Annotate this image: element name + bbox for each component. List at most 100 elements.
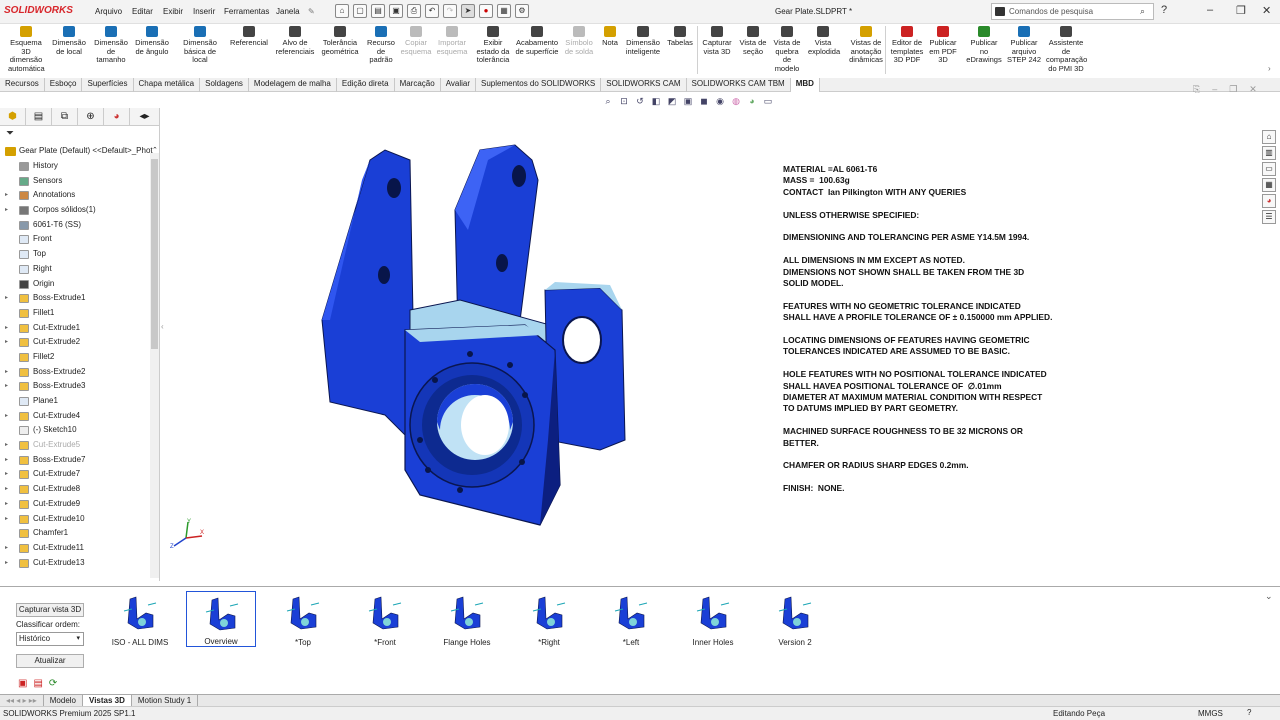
ribbon-vista-de-se-o-button[interactable]: Vista de seção (738, 26, 768, 56)
tab-suplementos-do-solidworks[interactable]: Suplementos do SOLIDWORKS (476, 78, 602, 92)
bottom-tab-vistas-3d[interactable]: Vistas 3D (83, 695, 132, 706)
panel-more-icon[interactable]: ◂▸ (130, 108, 160, 126)
ribbon-more-icon[interactable]: › (1268, 64, 1271, 73)
view-thumb-inner-holes[interactable]: Inner Holes (678, 591, 748, 647)
expand-icon[interactable]: ▸ (5, 541, 8, 555)
minimize-icon[interactable]: – (1207, 4, 1213, 16)
edit-appearance-icon[interactable]: ◍ (730, 96, 742, 107)
tab-esbo-o[interactable]: Esboço (45, 78, 83, 92)
tab-soldagens[interactable]: Soldagens (200, 78, 249, 92)
tree-item-history[interactable]: History (0, 159, 150, 174)
viewport-minimize-icon[interactable]: – (1212, 84, 1217, 95)
ribbon-assistente-de-compara-o-do-pmi-3d-button[interactable]: Assistente de comparação do PMI 3D (1046, 26, 1087, 73)
open-icon[interactable]: ▤ (371, 4, 385, 18)
expand-icon[interactable]: ▸ (5, 203, 8, 217)
zoom-to-fit-icon[interactable]: ⌕ (602, 96, 614, 107)
print-icon[interactable]: ⎙ (407, 4, 421, 18)
ribbon-dimens-o-b-sica-de-local-button[interactable]: Dimensão básica de local (180, 26, 220, 65)
expand-icon[interactable]: ▸ (5, 556, 8, 570)
pane-collapse-icon[interactable]: ⌄ (1265, 591, 1273, 602)
tree-item-boss-extrude2[interactable]: ▸ Boss-Extrude2 (0, 365, 150, 380)
gear-plate-model[interactable] (310, 140, 640, 535)
ribbon-publicar-em-pdf-3d-button[interactable]: Publicar em PDF 3D (928, 26, 958, 65)
view-orientation-icon[interactable]: ▣ (682, 96, 694, 107)
rebuild-icon[interactable]: ● (479, 4, 493, 18)
ribbon-dimens-o-inteligente-button[interactable]: Dimensão inteligente (624, 26, 662, 56)
search-input[interactable]: Comandos de pesquisa ⌕ (991, 3, 1154, 20)
tree-item-boss-extrude3[interactable]: ▸ Boss-Extrude3 (0, 379, 150, 394)
tree-item-front[interactable]: Front (0, 232, 150, 247)
ribbon-dimens-o-de-tamanho-button[interactable]: Dimensão de tamanho (92, 26, 130, 65)
tab-avaliar[interactable]: Avaliar (441, 78, 476, 92)
viewport-maximize-icon[interactable]: ❐ (1229, 84, 1237, 95)
tab-superf-cies[interactable]: Superfícies (82, 78, 134, 92)
design-library-icon[interactable]: ▥ (1262, 146, 1276, 160)
select-icon[interactable]: ➤ (461, 4, 475, 18)
view-thumb-version-2[interactable]: Version 2 (760, 591, 830, 647)
tree-item-cut-extrude9[interactable]: ▸ Cut-Extrude9 (0, 497, 150, 512)
menu-exibir[interactable]: Exibir (163, 7, 183, 16)
solidworks-resources-icon[interactable]: ⌂ (1262, 130, 1276, 144)
tree-item-cut-extrude10[interactable]: ▸ Cut-Extrude10 (0, 512, 150, 527)
options-gear-icon[interactable]: ⚙ (515, 4, 529, 18)
sort-order-select[interactable]: Histórico ▾ (16, 632, 84, 646)
ribbon-recurso-de-padr-o-button[interactable]: Recurso de padrão (365, 26, 397, 65)
ribbon-copiar-esquema-button[interactable]: Copiar esquema (400, 26, 432, 56)
tree-root[interactable]: Gear Plate (Default) <<Default>_Phot ⌃ (2, 145, 158, 159)
ribbon-alvo-de-referenciais-button[interactable]: Alvo de referenciais (275, 26, 315, 56)
file-properties-icon[interactable]: ▦ (497, 4, 511, 18)
view-thumb-flange-holes[interactable]: Flange Holes (432, 591, 502, 647)
section-view-icon[interactable]: ◧ (650, 96, 662, 107)
tab-solidworks-cam[interactable]: SOLIDWORKS CAM (601, 78, 687, 92)
bottom-tab-modelo[interactable]: Modelo (44, 695, 84, 706)
update-button[interactable]: Atualizar (16, 654, 84, 668)
expand-icon[interactable]: ▸ (5, 497, 8, 511)
expand-icon[interactable]: ▸ (5, 512, 8, 526)
ribbon-capturar-vista-3d-button[interactable]: Capturar vista 3D (701, 26, 733, 56)
general-notes-annotation[interactable]: MATERIAL =AL 6061-T6 MASS = 100.63g CONT… (783, 164, 1083, 506)
capture-3d-view-button[interactable]: Capturar vista 3D (16, 603, 84, 617)
tree-item-fillet1[interactable]: Fillet1 (0, 306, 150, 321)
ribbon-dimens-o-de-local-button[interactable]: Dimensão de local (50, 26, 88, 56)
tab-edi-o-direta[interactable]: Edição direta (337, 78, 395, 92)
ribbon-dimens-o-de-ngulo-button[interactable]: Dimensão de ângulo (132, 26, 172, 56)
tree-item-cut-extrude13[interactable]: ▸ Cut-Extrude13 (0, 556, 150, 571)
ribbon-exibir-estado-da-toler-ncia-button[interactable]: Exibir estado da tolerância (475, 26, 511, 65)
filter-icon[interactable]: ⏷ (6, 128, 14, 139)
apply-scene-icon[interactable]: ◕ (746, 96, 758, 107)
tree-item-6061-t6-ss[interactable]: 6061-T6 (SS) (0, 218, 150, 233)
menu-arquivo[interactable]: Arquivo (95, 7, 122, 16)
ribbon-publicar-arquivo-step-242-button[interactable]: Publicar arquivo STEP 242 (1006, 26, 1042, 65)
tree-item-corpos-s-lidos-1[interactable]: ▸ Corpos sólidos(1) (0, 203, 150, 218)
ribbon-publicar-no-edrawings-button[interactable]: Publicar no eDrawings (966, 26, 1002, 65)
tab-marca-o[interactable]: Marcação (395, 78, 441, 92)
new-document-icon[interactable]: ▢ (353, 4, 367, 18)
menu-ferramentas[interactable]: Ferramentas (224, 7, 269, 16)
maximize-icon[interactable]: ❐ (1236, 4, 1246, 17)
ribbon-editor-de-templates-3d-pdf-button[interactable]: Editor de templates 3D PDF (890, 26, 924, 65)
undo-icon[interactable]: ↶ (425, 4, 439, 18)
expand-icon[interactable]: ▸ (5, 453, 8, 467)
status-help-icon[interactable]: ? (1247, 708, 1251, 717)
close-icon[interactable]: ✕ (1262, 4, 1271, 17)
ribbon-referencial-button[interactable]: Referencial (230, 26, 268, 48)
display-manager-tab-icon[interactable]: ◕ (104, 108, 130, 126)
viewport-close-icon[interactable]: ✕ (1249, 84, 1257, 95)
tab-mbd[interactable]: MBD (790, 78, 820, 92)
tree-item-boss-extrude7[interactable]: ▸ Boss-Extrude7 (0, 453, 150, 468)
panel-splitter-handle[interactable]: ‹ (161, 322, 164, 331)
ribbon-vista-explodida-button[interactable]: Vista explodida (808, 26, 840, 56)
appearances-icon[interactable]: ◕ (1262, 194, 1276, 208)
view-thumb-top[interactable]: *Top (268, 591, 338, 647)
expand-icon[interactable]: ▸ (5, 321, 8, 335)
tab-recursos[interactable]: Recursos (0, 78, 45, 92)
tree-item-cut-extrude7[interactable]: ▸ Cut-Extrude7 (0, 467, 150, 482)
menu-janela[interactable]: Janela (276, 7, 300, 16)
solidworks-logo[interactable]: SOLIDWORKS (4, 5, 73, 16)
tree-item-annotations[interactable]: ▸ Annotations (0, 188, 150, 203)
menu-editar[interactable]: Editar (132, 7, 153, 16)
property-manager-tab-icon[interactable]: ▤ (26, 108, 52, 126)
configuration-manager-tab-icon[interactable]: ⧉ (52, 108, 78, 126)
expand-icon[interactable]: ▸ (5, 438, 8, 452)
expand-icon[interactable]: ▸ (5, 335, 8, 349)
